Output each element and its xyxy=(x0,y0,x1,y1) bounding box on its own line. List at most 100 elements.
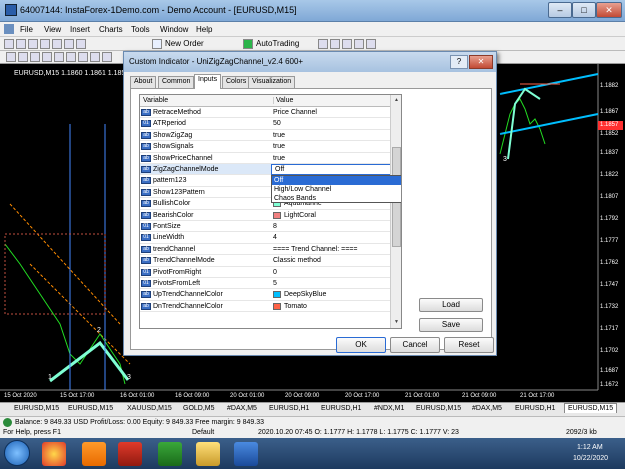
dialog-close-button[interactable]: ✕ xyxy=(469,55,493,69)
start-button[interactable] xyxy=(4,440,30,466)
chart-tab[interactable]: #NDX,M1 xyxy=(374,405,404,412)
input-row[interactable]: 01 PivotFromRight 0 xyxy=(140,267,390,278)
menu-charts[interactable]: Charts xyxy=(99,25,123,34)
input-value[interactable]: true xyxy=(273,132,285,139)
clock-time[interactable]: 1:12 AM xyxy=(577,444,603,451)
chart-tab[interactable]: #DAX,M5 xyxy=(472,405,502,412)
cancel-button[interactable]: Cancel xyxy=(390,337,440,353)
new-order-icon[interactable] xyxy=(152,39,162,49)
maximize-button[interactable]: □ xyxy=(572,2,596,18)
input-row-selected[interactable]: abZigZagChannelMode Off ▼ xyxy=(140,164,401,176)
fibonacci-icon[interactable] xyxy=(78,52,88,62)
input-row[interactable]: ab trendChannel ==== Trend Channel: ==== xyxy=(140,244,390,256)
autotrading-button[interactable]: AutoTrading xyxy=(256,39,299,48)
cursor-icon[interactable] xyxy=(6,52,16,62)
chart-tab[interactable]: EURUSD,M15 xyxy=(68,405,113,412)
bar-chart-icon[interactable] xyxy=(318,39,328,49)
ok-button[interactable]: OK xyxy=(336,337,386,353)
input-value[interactable]: 0 xyxy=(273,269,277,276)
input-row[interactable]: ab TrendChannelMode Classic method xyxy=(140,255,390,267)
channel-icon[interactable] xyxy=(66,52,76,62)
grid-scrollbar[interactable]: ▲ ▼ xyxy=(390,95,401,328)
input-value[interactable]: Price Channel xyxy=(273,109,317,116)
input-row[interactable]: ab BearishColor LightCoral xyxy=(140,210,390,221)
input-value[interactable]: 5 xyxy=(273,280,277,287)
input-value[interactable]: DeepSkyBlue xyxy=(284,291,326,298)
profiles-icon[interactable] xyxy=(16,39,26,49)
menu-tools[interactable]: Tools xyxy=(131,25,150,34)
input-row[interactable]: ab UpTrendChannelColor DeepSkyBlue xyxy=(140,289,390,301)
vertical-line-icon[interactable] xyxy=(30,52,40,62)
chart-tab[interactable]: EURUSD,H1 xyxy=(515,405,555,412)
line-chart-icon[interactable] xyxy=(342,39,352,49)
chart-tab[interactable]: XAUUSD,M15 xyxy=(127,405,172,412)
input-row[interactable]: ab DnTrendChannelColor Tomato xyxy=(140,301,390,313)
reset-button[interactable]: Reset xyxy=(444,337,494,353)
input-row[interactable]: 01 PivotsFromLeft 5 xyxy=(140,278,390,290)
vlc-icon[interactable] xyxy=(82,442,106,466)
zoom-in-icon[interactable] xyxy=(354,39,364,49)
input-value[interactable]: Classic method xyxy=(273,257,321,264)
input-row[interactable]: 01 FontSize 8 xyxy=(140,221,390,233)
load-button[interactable]: Load xyxy=(419,298,483,312)
terminal-icon[interactable] xyxy=(64,39,74,49)
app-icon-red[interactable] xyxy=(118,442,142,466)
zoom-out-icon[interactable] xyxy=(366,39,376,49)
menu-file[interactable]: File xyxy=(20,25,33,34)
option-chaos-bands[interactable]: Chaos Bands xyxy=(272,194,401,203)
minimize-button[interactable]: – xyxy=(548,2,572,18)
new-order-button[interactable]: New Order xyxy=(165,39,204,48)
dialog-help-button[interactable]: ? xyxy=(450,55,468,69)
input-value[interactable]: true xyxy=(273,143,285,150)
scroll-up-icon[interactable]: ▲ xyxy=(392,96,401,105)
option-high-low-channel[interactable]: High/Low Channel xyxy=(272,185,401,194)
input-value[interactable]: 50 xyxy=(273,120,281,127)
zigzag-channel-mode-select[interactable]: Off ▼ xyxy=(271,164,401,175)
candle-chart-icon[interactable] xyxy=(330,39,340,49)
option-off[interactable]: Off xyxy=(272,176,401,185)
tab-colors[interactable]: Colors xyxy=(222,76,251,88)
input-value[interactable]: true xyxy=(273,155,285,162)
data-window-icon[interactable] xyxy=(40,39,50,49)
input-row[interactable]: 01 ATRperiod 50 xyxy=(140,118,390,130)
chart-tab[interactable]: EURUSD,H1 xyxy=(321,405,361,412)
tester-icon[interactable] xyxy=(76,39,86,49)
input-row[interactable]: ab ShowSignals true xyxy=(140,141,390,153)
input-value[interactable]: 4 xyxy=(273,234,277,241)
label-tool-icon[interactable] xyxy=(102,52,112,62)
app-icon-green[interactable] xyxy=(158,442,182,466)
menu-window[interactable]: Window xyxy=(160,25,188,34)
tab-common[interactable]: Common xyxy=(158,76,195,88)
horizontal-line-icon[interactable] xyxy=(42,52,52,62)
input-row[interactable]: 01 LineWidth 4 xyxy=(140,232,390,244)
input-row[interactable]: ab ShowPriceChannel true xyxy=(140,153,390,164)
chart-tab[interactable]: EURUSD,M15 xyxy=(416,405,461,412)
input-value[interactable]: 8 xyxy=(273,223,277,230)
input-row[interactable]: ab RetraceMethod Price Channel xyxy=(140,107,390,119)
folder-icon[interactable] xyxy=(196,442,220,466)
save-button[interactable]: Save xyxy=(419,318,483,332)
tab-about[interactable]: About xyxy=(130,76,157,88)
chart-tab[interactable]: GOLD,M5 xyxy=(183,405,215,412)
chart-tab[interactable]: #DAX,M5 xyxy=(227,405,257,412)
input-value[interactable]: LightCoral xyxy=(284,212,316,219)
chart-tab[interactable]: EURUSD,M15 xyxy=(14,405,59,412)
text-tool-icon[interactable] xyxy=(90,52,100,62)
tab-inputs[interactable]: Inputs xyxy=(194,74,222,89)
chart-tab[interactable]: EURUSD,H1 xyxy=(269,405,309,412)
navigator-icon[interactable] xyxy=(52,39,62,49)
trendline-icon[interactable] xyxy=(54,52,64,62)
scroll-down-icon[interactable]: ▼ xyxy=(392,318,401,327)
menu-insert[interactable]: Insert xyxy=(70,25,90,34)
market-watch-icon[interactable] xyxy=(28,39,38,49)
tab-visualization[interactable]: Visualization xyxy=(248,76,296,88)
menu-help[interactable]: Help xyxy=(196,25,212,34)
new-chart-icon[interactable] xyxy=(4,39,14,49)
input-row[interactable]: ab ShowZigZag true xyxy=(140,130,390,142)
input-value[interactable]: Tomato xyxy=(284,303,307,310)
close-window-button[interactable]: ✕ xyxy=(596,2,622,18)
chrome-icon[interactable] xyxy=(42,442,66,466)
input-value[interactable]: ==== Trend Channel: ==== xyxy=(273,246,357,253)
menu-view[interactable]: View xyxy=(44,25,61,34)
app-icon-blue[interactable] xyxy=(234,442,258,466)
